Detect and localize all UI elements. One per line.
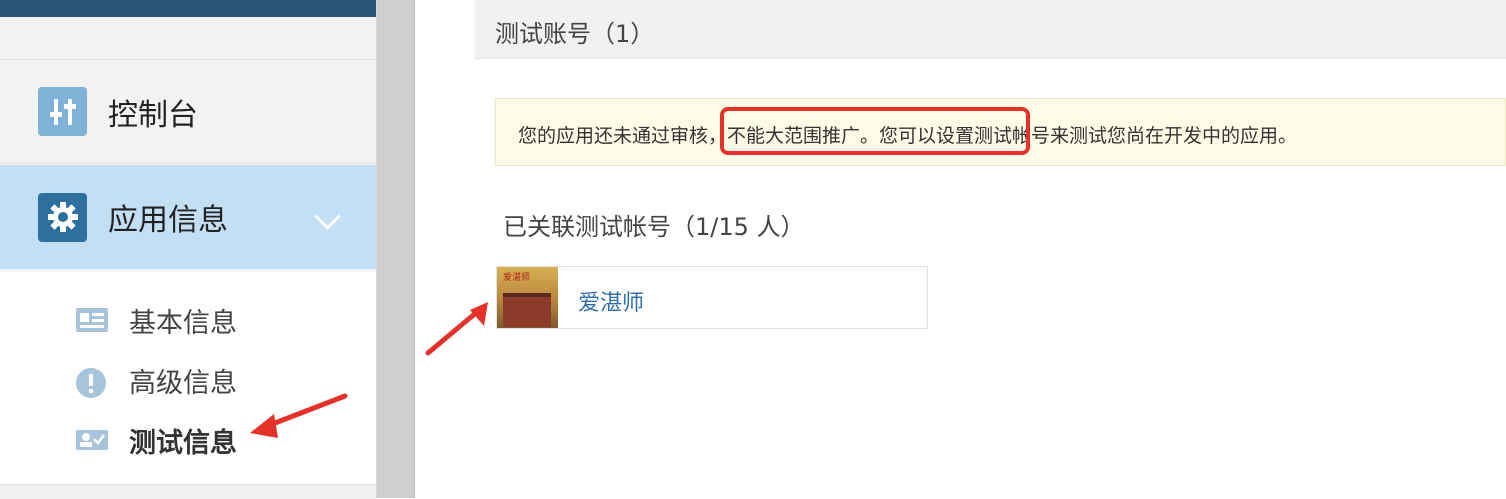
nav-label-console: 控制台 xyxy=(108,97,198,133)
account-name-link[interactable]: 爱湛师 xyxy=(578,285,644,317)
exclamation-icon xyxy=(76,368,106,402)
sidebar-bottom xyxy=(0,484,376,499)
gutter xyxy=(377,0,415,498)
sidebar-top-bar xyxy=(0,0,376,17)
submenu-label-test-info: 测试信息 xyxy=(129,428,237,459)
section-header: 测试账号（1） xyxy=(475,0,1506,59)
highlight-box xyxy=(720,107,1030,155)
submenu-label-basic-info: 基本信息 xyxy=(129,308,237,339)
sidebar-spacer xyxy=(0,17,376,60)
submenu: 基本信息 高级信息 测试信息 xyxy=(0,272,376,484)
gear-icon xyxy=(38,192,87,242)
avatar-building xyxy=(503,293,551,327)
submenu-item-test-info[interactable]: 测试信息 xyxy=(0,415,376,465)
submenu-item-advanced-info[interactable]: 高级信息 xyxy=(0,355,376,405)
avatar: 爱湛师 xyxy=(497,267,558,328)
avatar-text: 爱湛师 xyxy=(503,273,531,283)
main-content: 测试账号（1） 您的应用还未通过审核，不能大范围推广。您可以设置测试帐号来测试您… xyxy=(415,0,1506,498)
nav-item-app-info[interactable]: 应用信息 xyxy=(0,165,376,269)
sliders-icon xyxy=(38,87,87,136)
notice-text-before: 您的应用还 xyxy=(518,125,614,147)
submenu-item-basic-info[interactable]: 基本信息 xyxy=(0,295,376,345)
submenu-label-advanced-info: 高级信息 xyxy=(129,368,237,399)
account-card[interactable]: 爱湛师 爱湛师 xyxy=(496,266,928,329)
section-title: 测试账号（1） xyxy=(495,20,655,48)
nav-item-console[interactable]: 控制台 xyxy=(0,60,376,164)
notice-banner: 您的应用还未通过审核，不能大范围推广。您可以设置测试帐号来测试您尚在开发中的应用… xyxy=(495,98,1506,166)
nav-label-app-info: 应用信息 xyxy=(108,203,228,238)
list-title: 已关联测试帐号（1/15 人） xyxy=(503,213,805,241)
user-check-icon xyxy=(76,428,108,456)
sidebar: 控制台 应用信息 基本信息 高级信息 测试信息 xyxy=(0,0,377,499)
id-card-icon xyxy=(76,308,108,336)
chevron-down-icon[interactable] xyxy=(314,203,341,230)
